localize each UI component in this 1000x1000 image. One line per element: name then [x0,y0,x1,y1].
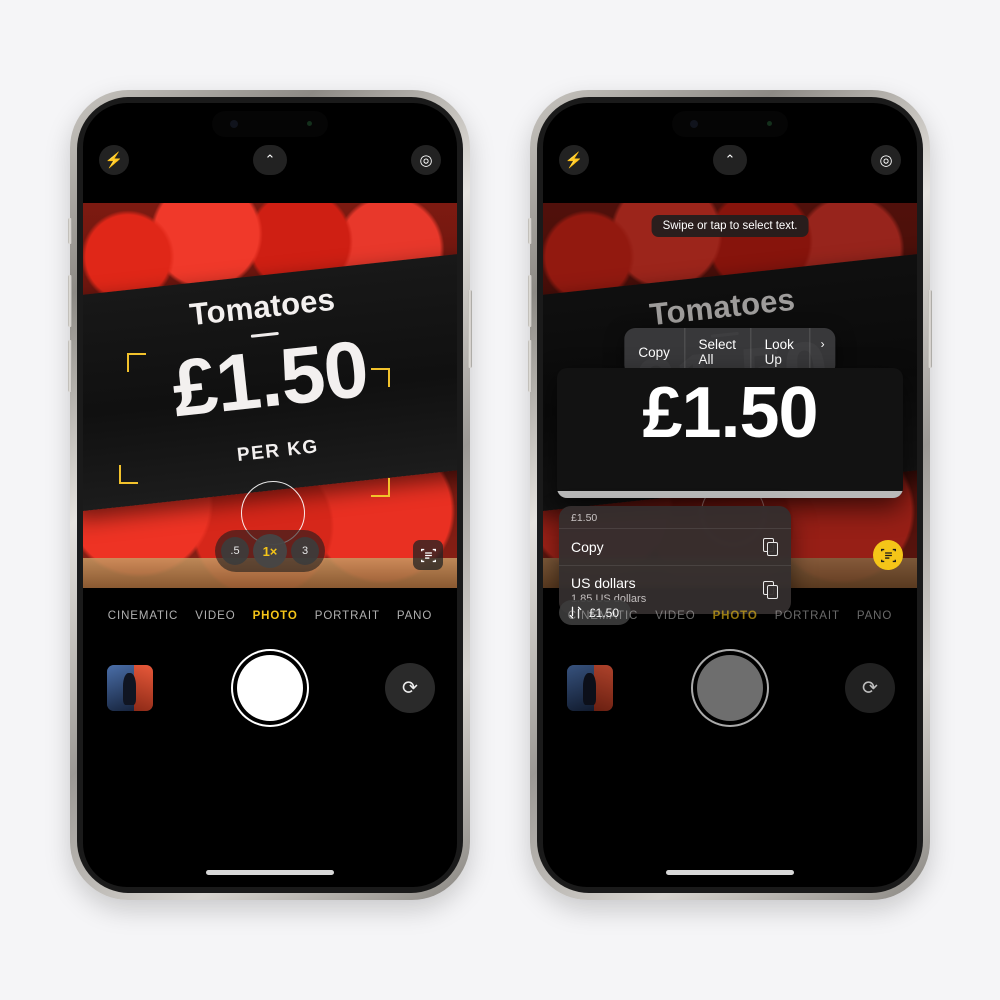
home-indicator[interactable] [666,870,794,875]
volume-up-button[interactable] [68,275,72,327]
selection-underline [557,491,903,498]
text-magnifier-loupe: £1.50 [557,368,903,498]
camera-viewfinder[interactable]: Tomatoes £1.50 PER KG .5 1× 3 [83,203,457,588]
camera-mode-pano[interactable]: PANO [397,610,432,622]
data-detector-header: £1.50 [571,512,598,524]
volume-down-button[interactable] [68,340,72,392]
power-button[interactable] [468,290,472,368]
camera-mode-cinematic[interactable]: CINEMATIC [108,610,179,622]
camera-mode-selector[interactable]: CINEMATIC VIDEO PHOTO PORTRAIT PANO [543,601,917,631]
live-text-bracket-top-right [371,368,390,387]
zoom-option-1[interactable]: 1× [253,534,287,568]
sensor-dot-icon [307,121,312,126]
notch [672,111,788,137]
silent-switch[interactable] [528,218,532,244]
photo-library-thumbnail[interactable] [107,665,153,711]
power-button[interactable] [928,290,932,368]
flash-icon[interactable]: ⚡ [99,145,129,175]
camera-mode-cinematic[interactable]: CINEMATIC [568,610,639,622]
photo-library-thumbnail[interactable] [567,665,613,711]
copy-icon[interactable] [763,581,779,599]
live-text-icon[interactable] [413,540,443,570]
front-camera-icon [690,120,698,128]
camera-flip-icon[interactable]: ⟳ [385,663,435,713]
volume-down-button[interactable] [528,340,532,392]
row-label: US dollars [571,575,636,591]
camera-mode-portrait[interactable]: PORTRAIT [775,610,840,622]
shutter-button[interactable] [237,655,303,721]
data-detector-row-copy[interactable]: Copy [559,528,791,565]
camera-mode-pano[interactable]: PANO [857,610,892,622]
camera-mode-video[interactable]: VIDEO [195,610,235,622]
camera-controls: ⟳ [543,643,917,753]
right-phone-device: ⚡ ⌃ ◎ Tomatoes £1.50 PER KG [528,90,932,900]
live-photo-icon[interactable]: ◎ [871,145,901,175]
live-text-bracket-bottom-left [119,465,138,484]
camera-flip-icon[interactable]: ⟳ [845,663,895,713]
right-phone-screen: ⚡ ⌃ ◎ Tomatoes £1.50 PER KG [543,103,917,887]
left-phone-screen: ⚡ ⌃ ◎ Tomatoes £1.50 PER KG .5 1× 3 CINE… [83,103,457,887]
camera-mode-video[interactable]: VIDEO [655,610,695,622]
live-text-bracket-bottom-right [371,478,390,497]
live-text-bracket-top-left [127,353,146,372]
zoom-option-0[interactable]: .5 [221,537,249,565]
zoom-selector[interactable]: .5 1× 3 [215,530,325,572]
camera-mode-portrait[interactable]: PORTRAIT [315,610,380,622]
sensor-dot-icon [767,121,772,126]
data-detector-sheet[interactable]: £1.50 Copy US dollars 1.85 US dollars [559,506,791,614]
left-phone-device: ⚡ ⌃ ◎ Tomatoes £1.50 PER KG .5 1× 3 CINE… [68,90,472,900]
camera-mode-photo[interactable]: PHOTO [253,610,298,622]
live-photo-icon[interactable]: ◎ [411,145,441,175]
shutter-button[interactable] [697,655,763,721]
screenshot-stage: ⚡ ⌃ ◎ Tomatoes £1.50 PER KG .5 1× 3 CINE… [0,0,1000,1000]
chevron-up-icon[interactable]: ⌃ [253,145,287,175]
notch [212,111,328,137]
zoom-option-2[interactable]: 3 [291,537,319,565]
home-indicator[interactable] [206,870,334,875]
front-camera-icon [230,120,238,128]
silent-switch[interactable] [68,218,72,244]
live-text-hint-toast: Swipe or tap to select text. [651,215,809,237]
camera-mode-photo[interactable]: PHOTO [713,610,758,622]
camera-controls: ⟳ [83,643,457,753]
camera-top-bar: ⚡ ⌃ ◎ [83,145,457,189]
magnified-text: £1.50 [642,373,818,453]
copy-icon[interactable] [763,538,779,556]
camera-mode-selector[interactable]: CINEMATIC VIDEO PHOTO PORTRAIT PANO [83,601,457,631]
live-text-icon[interactable] [873,540,903,570]
flash-icon[interactable]: ⚡ [559,145,589,175]
row-label: Copy [571,539,604,555]
chevron-up-icon[interactable]: ⌃ [713,145,747,175]
volume-up-button[interactable] [528,275,532,327]
camera-top-bar: ⚡ ⌃ ◎ [543,145,917,189]
price-sign: Tomatoes £1.50 PER KG [83,253,457,512]
